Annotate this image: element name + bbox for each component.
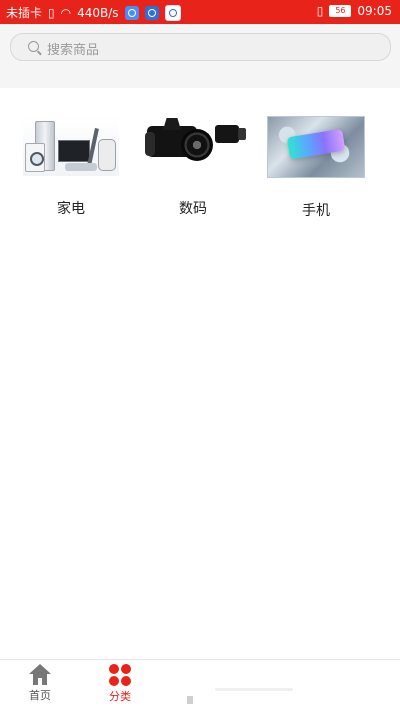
category-grid: 家电 数码 手机 [0,88,400,648]
browser-notification-icon [144,5,159,20]
category-label: 家电 [57,201,85,217]
camera-prism-shape [163,118,181,130]
status-bar: 未插卡 ▯ ◠ 440B/s ▯ 56 09:05 [0,0,400,24]
category-digital[interactable]: 数码 [132,88,254,218]
oven-shape [58,140,90,162]
mixer-shape [98,139,116,171]
partial-nav-icon [187,696,193,704]
home-door-shape [38,678,42,685]
nav-category[interactable]: 分类 [80,664,160,704]
category-dot [121,676,131,686]
search-area: 搜索商品 [0,24,400,88]
status-left: 未插卡 ▯ ◠ 440B/s [6,4,181,21]
category-label: 数码 [179,201,207,217]
home-icon [29,664,51,685]
battery-level: 56 [335,6,346,15]
search-input[interactable]: 搜索商品 [10,33,391,61]
appliances-image [23,116,119,176]
clock-time: 09:05 [357,4,392,18]
camera-lens-shape [181,129,213,161]
camera-grip-shape [145,132,155,156]
category-appliances[interactable]: 家电 [10,88,132,218]
category-dot [109,664,119,674]
battery-icon: 56 [329,5,352,17]
wifi-icon: ◠ [60,5,72,20]
category-phones[interactable]: 手机 [255,88,377,220]
category-dot [121,664,131,674]
category-icon [108,664,132,686]
carrier-text: 未插卡 [6,6,43,20]
category-dot [109,676,119,686]
search-placeholder: 搜索商品 [47,43,100,58]
cloud-notification-icon [164,4,181,21]
nav-home[interactable]: 首页 [0,664,80,703]
phones-image [267,116,365,178]
camera-second-lens-shape [215,125,246,143]
washer-shape [25,143,45,172]
digital-image [145,116,246,176]
network-speed: 440B/s [77,5,119,20]
bottom-navigation: 首页 分类 [0,659,400,710]
nav-home-label: 首页 [29,689,51,702]
search-icon [28,41,39,52]
sim-icon: ▯ [48,5,55,20]
nav-category-label: 分类 [109,690,131,703]
vibrate-icon: ▯ [316,4,324,18]
status-right: ▯ 56 09:05 [317,4,392,18]
category-label: 手机 [302,203,330,219]
blurred-divider [215,688,293,691]
toaster-shape [65,163,97,171]
phone-shape [286,128,346,160]
app-notification-icon [124,5,139,20]
